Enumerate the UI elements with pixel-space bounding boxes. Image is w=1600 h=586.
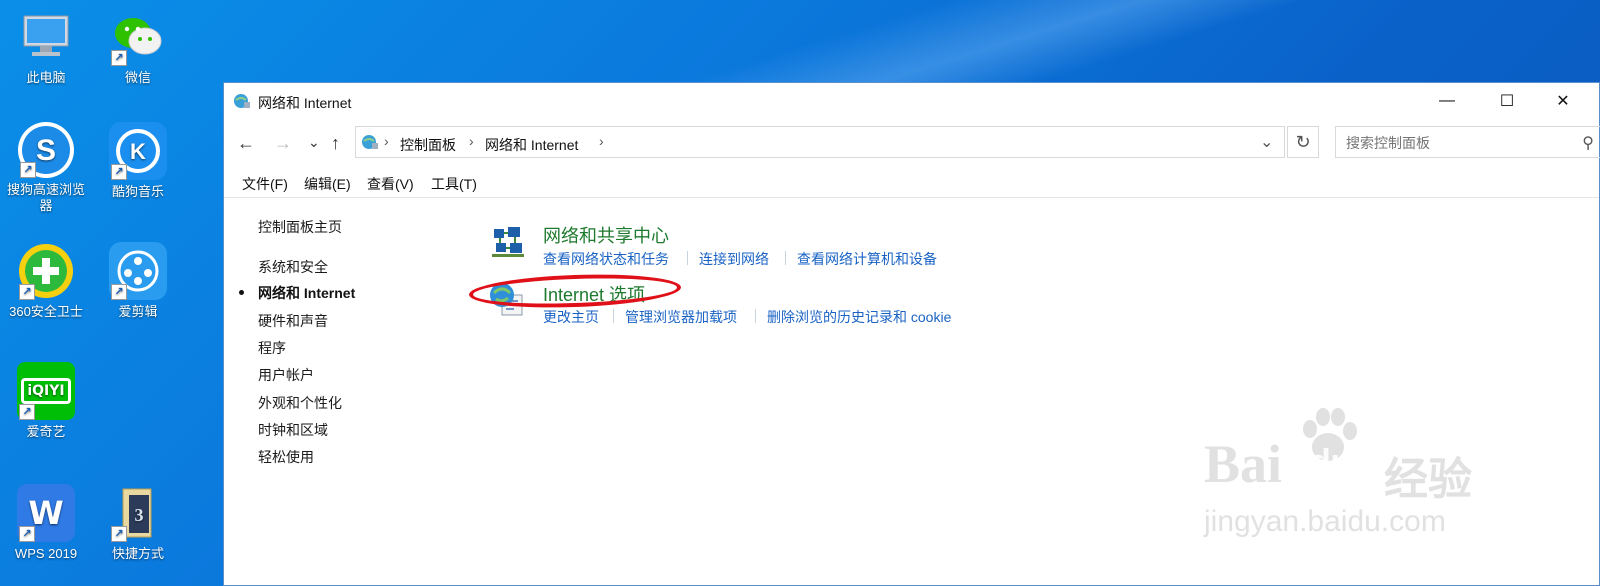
refresh-button[interactable]: ↻ (1287, 126, 1319, 158)
control-panel-window: 网络和 Internet — ☐ ✕ ← → ⌄ ↑ › 控制面板 › 网络和 … (223, 82, 1600, 586)
link-divider (755, 309, 756, 323)
desktop-icon-this-pc[interactable]: 此电脑 (1, 8, 91, 86)
desktop-icon-label: 快捷方式 (111, 546, 164, 561)
window-title: 网络和 Internet (258, 95, 352, 111)
breadcrumb-network-internet[interactable]: 网络和 Internet (485, 135, 578, 155)
link-divider (613, 309, 614, 323)
recent-locations-chevron-icon[interactable]: ⌄ (308, 134, 320, 151)
desktop-icon-kugou[interactable]: K ↗ 酷狗音乐 (93, 122, 183, 200)
shortcut-arrow-icon: ↗ (111, 50, 127, 66)
navigation-bar: ← → ⌄ ↑ › 控制面板 › 网络和 Internet › ⌄ ↻ ⚲ (224, 123, 1600, 163)
search-icon[interactable]: ⚲ (1582, 133, 1594, 153)
highlight-annotation-oval (468, 271, 682, 311)
desktop-icon-shortcut[interactable]: 3 ↗ 快捷方式 (93, 484, 183, 562)
desktop-icon-label: 此电脑 (26, 70, 66, 85)
sidebar-item-user-accounts[interactable]: 用户帐户 (258, 365, 314, 385)
link-manage-browser-addons[interactable]: 管理浏览器加载项 (625, 307, 737, 327)
breadcrumb-separator[interactable]: › (599, 133, 604, 149)
breadcrumb-control-panel[interactable]: 控制面板 (400, 135, 456, 155)
breadcrumb-separator[interactable]: › (469, 133, 474, 149)
watermark-brand: Bai (1204, 434, 1283, 494)
sidebar-item-appearance[interactable]: 外观和个性化 (258, 393, 342, 413)
watermark-jingyan: 经验 (1384, 455, 1472, 504)
aijianji-icon: ↗ (109, 242, 167, 300)
sidebar-item-network-internet[interactable]: 网络和 Internet (258, 283, 355, 303)
desktop-icon-sogou-browser[interactable]: S ↗ 搜狗高速浏览器 (1, 122, 91, 214)
wps-logo-text: W (28, 494, 64, 532)
shortcut-arrow-icon: ↗ (111, 284, 127, 300)
watermark-brand-du: du (1310, 443, 1352, 481)
sidebar-item-programs[interactable]: 程序 (258, 338, 286, 358)
control-panel-icon (361, 133, 379, 156)
shortcut-arrow-icon: ↗ (19, 404, 35, 420)
desktop-icon-label: 360安全卫士 (9, 304, 83, 319)
link-view-network-status[interactable]: 查看网络状态和任务 (543, 249, 669, 269)
desktop-icon-aijianji[interactable]: ↗ 爱剪辑 (93, 242, 183, 320)
minimize-button[interactable]: — (1424, 83, 1470, 119)
sidebar-item-clock-region[interactable]: 时钟和区域 (258, 420, 328, 440)
kugou-icon: K ↗ (109, 122, 167, 180)
wechat-icon: ↗ (109, 8, 167, 66)
shortcut-arrow-icon: ↗ (19, 284, 35, 300)
active-bullet-icon (239, 290, 244, 295)
360-icon: ↗ (17, 242, 75, 300)
link-delete-browsing-history[interactable]: 删除浏览的历史记录和 cookie (767, 307, 951, 327)
network-globe-icon (233, 92, 251, 115)
desktop-icon-360[interactable]: ↗ 360安全卫士 (1, 242, 91, 320)
shortcut-arrow-icon: ↗ (20, 162, 36, 178)
desktop-icon-label: 爱剪辑 (118, 304, 158, 319)
link-divider (785, 251, 786, 265)
link-change-homepage[interactable]: 更改主页 (543, 307, 599, 327)
maximize-button[interactable]: ☐ (1484, 83, 1530, 119)
desktop-icon-label: 爱奇艺 (26, 424, 66, 439)
iqiyi-icon: iQIYI ↗ (17, 362, 75, 420)
close-button[interactable]: ✕ (1540, 83, 1586, 119)
address-dropdown-chevron-icon[interactable]: ⌄ (1260, 132, 1273, 152)
sidebar-item-hardware-sound[interactable]: 硬件和声音 (258, 311, 328, 331)
address-bar[interactable]: › 控制面板 › 网络和 Internet › ⌄ (355, 126, 1285, 158)
shortcut-arrow-icon: ↗ (19, 526, 35, 542)
desktop-icon-label: WPS 2019 (14, 546, 78, 561)
menu-tools[interactable]: 工具(T) (431, 174, 477, 194)
shortcut-folder-icon: 3 ↗ (109, 484, 167, 542)
forward-arrow-icon[interactable]: → (274, 133, 292, 154)
link-divider (687, 251, 688, 265)
iqiyi-logo-text: iQIYI (21, 378, 71, 404)
svg-text:S: S (36, 134, 56, 167)
desktop-icon-wechat[interactable]: ↗ 微信 (93, 8, 183, 86)
title-bar: 网络和 Internet — ☐ ✕ (224, 83, 1599, 119)
shortcut-arrow-icon: ↗ (111, 526, 127, 542)
search-box[interactable]: ⚲ (1335, 126, 1600, 158)
menu-edit[interactable]: 编辑(E) (304, 174, 351, 194)
search-input[interactable] (1344, 134, 1548, 152)
menu-bar: 文件(F) 编辑(E) 查看(V) 工具(T) (224, 169, 1599, 198)
menu-file[interactable]: 文件(F) (242, 174, 288, 194)
desktop-icon-label: 微信 (124, 70, 151, 85)
up-arrow-icon[interactable]: ↑ (331, 133, 340, 154)
watermark-url: jingyan.baidu.com (1204, 505, 1446, 538)
desktop-icon-iqiyi[interactable]: iQIYI ↗ 爱奇艺 (1, 362, 91, 440)
sogou-browser-icon: S ↗ (18, 122, 74, 178)
wps-icon: W ↗ (17, 484, 75, 542)
breadcrumb-separator[interactable]: › (384, 133, 389, 149)
svg-text:3: 3 (135, 505, 144, 525)
back-arrow-icon[interactable]: ← (237, 133, 255, 154)
category-title-network-sharing-center[interactable]: 网络和共享中心 (543, 222, 669, 248)
sidebar-item-home[interactable]: 控制面板主页 (258, 217, 342, 237)
computer-icon (17, 8, 75, 66)
sidebar-item-system-security[interactable]: 系统和安全 (258, 257, 328, 277)
sidebar-item-ease-of-access[interactable]: 轻松使用 (258, 447, 314, 467)
kugou-logo-text: K (130, 139, 146, 164)
desktop-icon-wps[interactable]: W ↗ WPS 2019 (1, 484, 91, 562)
link-view-network-computers[interactable]: 查看网络计算机和设备 (797, 249, 937, 269)
network-sharing-icon[interactable] (490, 223, 526, 264)
link-connect-to-network[interactable]: 连接到网络 (699, 249, 769, 269)
desktop-icon-label: 搜狗高速浏览器 (6, 182, 85, 213)
desktop-icon-label: 酷狗音乐 (111, 184, 164, 199)
shortcut-arrow-icon: ↗ (111, 164, 127, 180)
menu-view[interactable]: 查看(V) (367, 174, 414, 194)
